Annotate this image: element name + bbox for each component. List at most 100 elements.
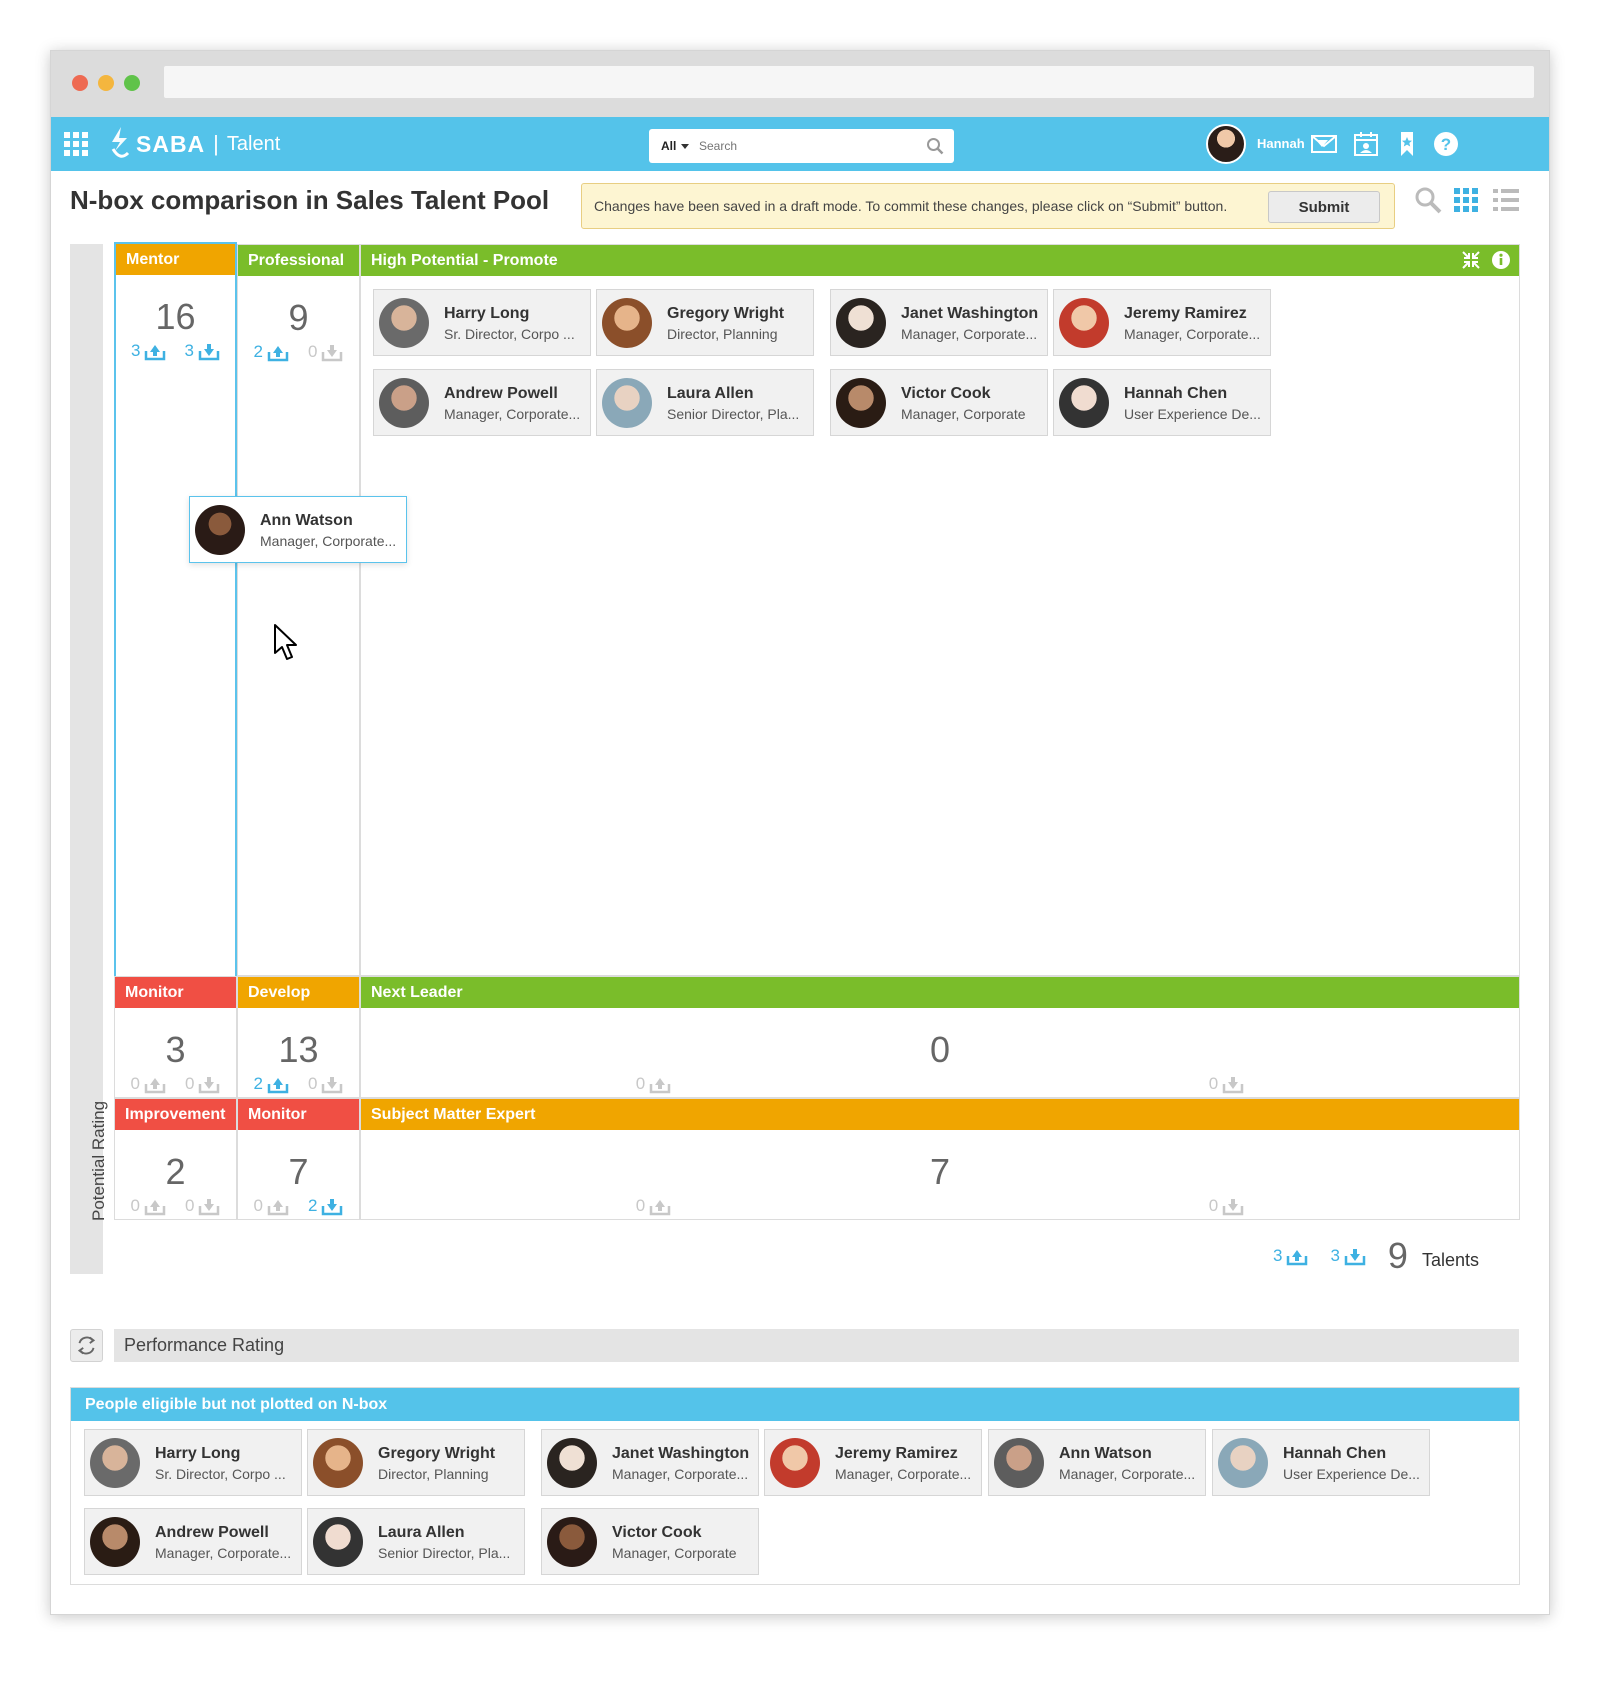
person-card[interactable]: Andrew Powell Manager, Corporate...: [84, 1508, 302, 1575]
person-card[interactable]: Hannah Chen User Experience De...: [1053, 369, 1271, 436]
user-name[interactable]: Hannah: [1257, 136, 1305, 151]
moved-down-count[interactable]: 2: [308, 1196, 343, 1216]
person-card[interactable]: Harry Long Sr. Director, Corpo ...: [84, 1429, 302, 1496]
moved-up-count[interactable]: 2: [254, 1074, 289, 1094]
nbox-cell-next-leader[interactable]: Next Leader 0 0 0: [360, 976, 1520, 1098]
list-view-icon[interactable]: [1491, 185, 1521, 215]
move-down-icon: [322, 1077, 343, 1094]
moved-down-count[interactable]: 0: [1209, 1196, 1244, 1216]
high-potential-summary: 3 3 9 Talents: [1273, 1235, 1479, 1277]
close-window-button[interactable]: [72, 75, 88, 91]
person-card[interactable]: Gregory Wright Director, Planning: [596, 289, 814, 356]
avatar: [602, 378, 652, 428]
moved-down-count[interactable]: 0: [185, 1074, 220, 1094]
person-name: Laura Allen: [667, 385, 754, 402]
address-bar[interactable]: [164, 66, 1534, 98]
dragged-person-card[interactable]: Ann Watson Manager, Corporate...: [189, 496, 407, 563]
person-role: User Experience De...: [1283, 1466, 1420, 1482]
talent-count-label: Talents: [1421, 1249, 1479, 1270]
moved-down-count[interactable]: 3: [1330, 1246, 1366, 1266]
avatar: [602, 298, 652, 348]
nbox-cell-subject-matter-expert[interactable]: Subject Matter Expert 7 0 0: [360, 1098, 1520, 1220]
move-up-icon: [267, 1200, 289, 1216]
person-card[interactable]: Andrew Powell Manager, Corporate...: [373, 369, 591, 436]
saba-logo[interactable]: SABA | Talent: [109, 127, 280, 161]
moved-down-count[interactable]: 0: [308, 1074, 343, 1094]
calendar-icon[interactable]: [1352, 130, 1380, 158]
person-card[interactable]: Janet Washington Manager, Corporate...: [541, 1429, 759, 1496]
moved-up-count[interactable]: 2: [254, 342, 289, 362]
person-role: Senior Director, Pla...: [667, 406, 800, 422]
move-up-icon: [144, 1078, 166, 1094]
collapse-icon[interactable]: [1461, 250, 1481, 270]
person-name: Ann Watson: [260, 512, 353, 529]
chevron-down-icon[interactable]: [681, 144, 689, 149]
maximize-window-button[interactable]: [124, 75, 140, 91]
avatar: [994, 1438, 1044, 1488]
person-role: Manager, Corporate: [901, 406, 1026, 422]
refresh-button[interactable]: [70, 1329, 103, 1362]
minimize-window-button[interactable]: [98, 75, 114, 91]
move-up-icon: [1287, 1250, 1308, 1266]
search-icon[interactable]: [926, 137, 944, 155]
person-card[interactable]: Jeremy Ramirez Manager, Corporate...: [1053, 289, 1271, 356]
nbox-cell-develop[interactable]: Develop 13 2 0: [237, 976, 360, 1098]
moved-up-count[interactable]: 0: [254, 1196, 289, 1216]
person-name: Laura Allen: [378, 1524, 465, 1541]
person-role: Sr. Director, Corpo ...: [155, 1466, 286, 1482]
draft-notice-text: Changes have been saved in a draft mode.…: [594, 198, 1228, 214]
mail-icon[interactable]: [1310, 130, 1338, 158]
search-input[interactable]: [699, 136, 904, 156]
moved-up-count[interactable]: 0: [636, 1196, 671, 1216]
person-card[interactable]: Jeremy Ramirez Manager, Corporate...: [764, 1429, 982, 1496]
avatar: [1218, 1438, 1268, 1488]
movement-counts: 20: [238, 1074, 359, 1094]
search-scope-dropdown[interactable]: All: [661, 139, 676, 153]
person-role: User Experience De...: [1124, 406, 1261, 422]
moved-down-count[interactable]: 3: [185, 341, 220, 361]
svg-text:?: ?: [1441, 135, 1451, 154]
refresh-icon: [77, 1336, 96, 1355]
movement-counts: 00: [115, 1196, 236, 1216]
moved-down-count[interactable]: 0: [185, 1196, 220, 1216]
person-card[interactable]: Janet Washington Manager, Corporate...: [830, 289, 1048, 356]
person-role: Manager, Corporate...: [612, 1466, 749, 1482]
app-grid-icon[interactable]: [64, 132, 88, 156]
submit-button[interactable]: Submit: [1268, 191, 1380, 223]
person-card[interactable]: Hannah Chen User Experience De...: [1212, 1429, 1430, 1496]
help-icon[interactable]: ?: [1432, 130, 1460, 158]
talent-count: 9: [1387, 1235, 1408, 1276]
moved-down-count[interactable]: 0: [1209, 1074, 1244, 1094]
person-role: Senior Director, Pla...: [378, 1545, 511, 1561]
browser-window: SABA | Talent All Hannah: [50, 50, 1550, 1615]
person-name: Andrew Powell: [155, 1524, 269, 1541]
user-avatar[interactable]: [1206, 124, 1246, 164]
talent-count: 16: [155, 296, 196, 337]
info-icon[interactable]: [1491, 250, 1511, 270]
browser-chrome: [51, 51, 1549, 117]
search-icon[interactable]: [1413, 185, 1443, 215]
move-down-icon: [1222, 1199, 1244, 1216]
nbox-cell-header: Monitor: [238, 1099, 359, 1130]
moved-up-count[interactable]: 0: [131, 1074, 166, 1094]
moved-down-count[interactable]: 0: [308, 342, 343, 362]
moved-up-count[interactable]: 0: [131, 1196, 166, 1216]
moved-up-count[interactable]: 3: [1273, 1246, 1308, 1266]
nbox-cell-mentor[interactable]: Mentor 16 3 3: [114, 242, 237, 978]
nbox-cell-monitor-middle[interactable]: Monitor 3 0 0: [114, 976, 237, 1098]
person-card[interactable]: Harry Long Sr. Director, Corpo ...: [373, 289, 591, 356]
grid-view-icon[interactable]: [1451, 185, 1481, 215]
person-card[interactable]: Ann Watson Manager, Corporate...: [988, 1429, 1206, 1496]
person-card[interactable]: Victor Cook Manager, Corporate: [830, 369, 1048, 436]
person-card[interactable]: Gregory Wright Director, Planning: [307, 1429, 525, 1496]
x-axis-bar: Performance Rating: [114, 1329, 1519, 1362]
person-card[interactable]: Victor Cook Manager, Corporate: [541, 1508, 759, 1575]
moved-up-count[interactable]: 0: [636, 1074, 671, 1094]
nbox-cell-improvement[interactable]: Improvement 2 0 0: [114, 1098, 237, 1220]
moved-up-count[interactable]: 3: [131, 341, 166, 361]
bookmark-icon[interactable]: [1393, 130, 1421, 158]
person-card[interactable]: Laura Allen Senior Director, Pla...: [307, 1508, 525, 1575]
nbox-cell-monitor-bottom[interactable]: Monitor 7 0 2: [237, 1098, 360, 1220]
person-card[interactable]: Laura Allen Senior Director, Pla...: [596, 369, 814, 436]
nbox-cell-professional[interactable]: Professional 9 2 0: [237, 244, 360, 976]
